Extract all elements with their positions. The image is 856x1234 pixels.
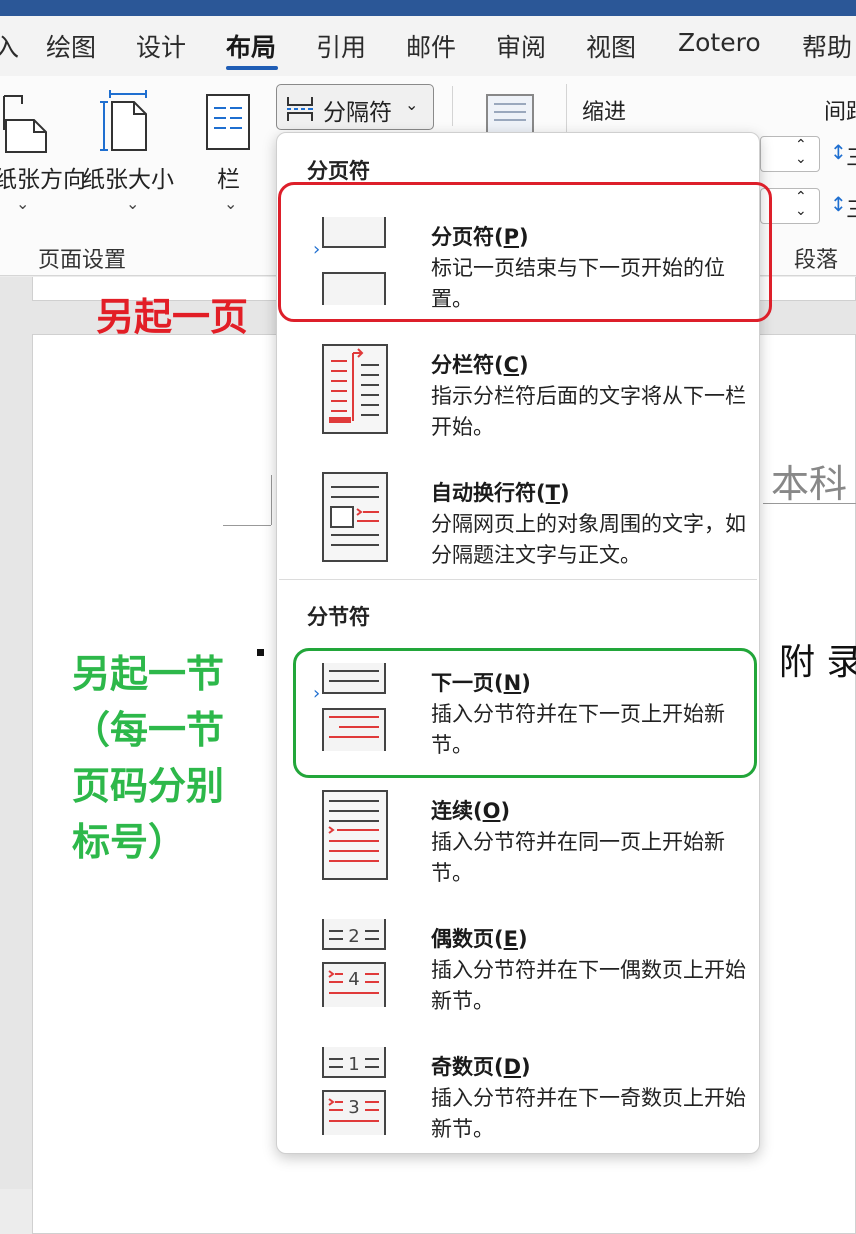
odd-icon-bottom-number: 3 — [348, 1097, 359, 1118]
tab-zotero[interactable]: Zotero — [678, 28, 761, 57]
tab-draw[interactable]: 绘图 — [46, 28, 96, 64]
breaks-button[interactable]: 分隔符 ⌄ — [276, 84, 434, 130]
tab-view[interactable]: 视图 — [586, 28, 636, 64]
text-wrapping-icon — [322, 472, 388, 562]
orientation-label[interactable]: 纸张方向 — [0, 160, 86, 194]
appendix-heading: 附 录 — [779, 642, 856, 683]
menu-item-even-page[interactable]: 2 4 偶数页(E) 插入分节符并在下一偶数页上开始新节。 — [277, 901, 759, 1029]
menu-item-title: 连续(O) — [431, 799, 511, 823]
section-breaks-header: 分节符 — [307, 605, 370, 629]
annotation-line: （每一节 — [72, 708, 225, 752]
page-breaks-header: 分页符 — [307, 159, 370, 183]
tab-layout[interactable]: 布局 — [226, 28, 276, 64]
even-page-icon: 2 4 — [322, 919, 386, 1007]
page-size-icon[interactable] — [100, 90, 150, 154]
indent-label: 缩进 — [582, 100, 627, 125]
breaks-label: 分隔符 — [323, 100, 392, 126]
title-bar — [0, 0, 856, 16]
tab-review[interactable]: 审阅 — [496, 28, 546, 64]
menu-item-text-wrapping[interactable]: 自动换行符(T) 分隔网页上的对象周围的文字，如分隔题注文字与正文。 — [277, 455, 759, 583]
menu-item-title: 自动换行符(T) — [431, 481, 570, 505]
menu-item-column-break[interactable]: 分栏符(C) 指示分栏符后面的文字将从下一栏开始。 — [277, 327, 759, 455]
menu-item-desc: 分隔网页上的对象周围的文字，如分隔题注文字与正文。 — [431, 512, 746, 567]
tab-references[interactable]: 引用 — [316, 28, 366, 64]
orientation-icon[interactable] — [0, 94, 52, 154]
margin-mark — [271, 475, 272, 525]
menu-item-title: 分栏符(C) — [431, 353, 529, 377]
menu-item-odd-page[interactable]: 1 3 奇数页(D) 插入分节符并在下一奇数页上开始新节。 — [277, 1029, 759, 1157]
chevron-down-icon: ⌄ — [405, 95, 419, 114]
tab-mailings[interactable]: 邮件 — [406, 28, 456, 64]
menu-item-continuous[interactable]: 连续(O) 插入分节符并在同一页上开始新节。 — [277, 773, 759, 901]
annotation-new-section: 另起一节 （每一节 页码分别 标号） — [72, 646, 224, 870]
spacing-label: 间距 — [824, 100, 856, 125]
menu-item-desc: 指示分栏符后面的文字将从下一栏开始。 — [431, 384, 746, 439]
annotation-new-page: 另起一页 — [96, 295, 249, 339]
chevron-down-icon[interactable]: ⌄ — [126, 194, 139, 213]
annotation-line: 另起一节 — [72, 652, 225, 696]
menu-divider — [279, 579, 757, 580]
annotation-line: 页码分别 — [72, 764, 225, 808]
indent-left-spinner[interactable]: ⌃ ⌄ — [760, 136, 820, 172]
chevron-down-icon[interactable]: ⌄ — [224, 194, 237, 213]
columns-icon[interactable] — [206, 94, 252, 152]
highlight-next-page — [293, 648, 757, 778]
menu-item-title: 偶数页(E) — [431, 927, 528, 951]
tab-insert[interactable]: 入 — [0, 28, 19, 64]
tab-design[interactable]: 设计 — [136, 28, 186, 64]
menu-item-desc: 插入分节符并在下一偶数页上开始新节。 — [431, 958, 746, 1013]
odd-page-icon: 1 3 — [322, 1047, 386, 1135]
page-size-label[interactable]: 纸张大小 — [82, 160, 174, 194]
spin-down-icon[interactable]: ⌄ — [795, 151, 807, 167]
active-tab-indicator — [226, 66, 278, 70]
spacing-after-icon[interactable]: ↕ — [830, 192, 847, 216]
line-numbers-icon[interactable] — [486, 94, 536, 134]
even-icon-bottom-number: 4 — [348, 969, 359, 990]
spin-down-icon[interactable]: ⌄ — [795, 203, 807, 219]
menu-item-desc: 插入分节符并在同一页上开始新节。 — [431, 830, 725, 885]
page-setup-group-label: 页面设置 — [38, 248, 127, 273]
header-text: 本科 — [771, 462, 848, 506]
odd-icon-top-number: 1 — [348, 1054, 359, 1075]
annotation-line: 标号） — [72, 820, 187, 864]
spacing-before-glyph: 三 — [846, 140, 856, 172]
continuous-icon — [322, 790, 388, 880]
spacing-after-glyph: 三 — [846, 192, 856, 224]
margin-mark — [223, 525, 271, 526]
ribbon-tab-bar: 入 绘图 设计 布局 引用 邮件 审阅 视图 Zotero 帮助 — [0, 16, 856, 76]
menu-item-title: 奇数页(D) — [431, 1055, 531, 1079]
column-break-icon — [322, 344, 388, 434]
chevron-down-icon[interactable]: ⌄ — [16, 194, 29, 213]
even-icon-top-number: 2 — [348, 926, 359, 947]
spacing-before-icon[interactable]: ↕ — [830, 140, 847, 164]
tab-help[interactable]: 帮助 — [802, 28, 852, 64]
group-divider — [452, 86, 453, 126]
highlight-page-break — [278, 182, 772, 322]
columns-label[interactable]: 栏 — [217, 160, 240, 194]
breaks-icon — [287, 97, 313, 121]
paragraph-marker — [257, 649, 264, 656]
paragraph-group-label: 段落 — [794, 248, 839, 273]
menu-item-desc: 插入分节符并在下一奇数页上开始新节。 — [431, 1086, 746, 1141]
